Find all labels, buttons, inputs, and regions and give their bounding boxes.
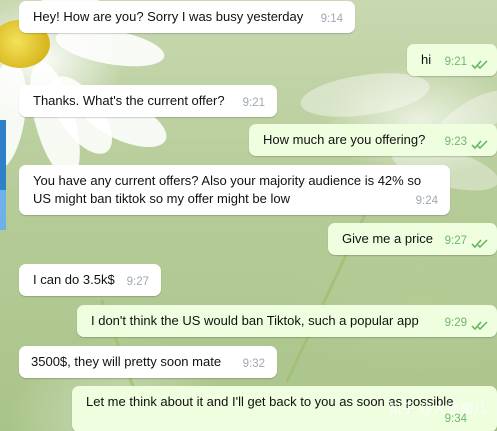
message-text: Hey! How are you? Sorry I was busy yeste… xyxy=(33,9,304,24)
message-time: 9:32 xyxy=(242,358,265,370)
double-check-icon xyxy=(471,321,488,331)
message-outgoing[interactable]: hi 9:21 xyxy=(407,44,497,76)
message-incoming[interactable]: 3500$, they will pretty soon mate 9:32 xyxy=(19,346,277,378)
double-check-icon xyxy=(471,60,488,70)
message-incoming[interactable]: Thanks. What's the current offer? 9:21 xyxy=(19,85,277,117)
message-text: I can do 3.5k$ xyxy=(33,272,115,287)
message-time: 9:21 xyxy=(242,97,265,109)
double-check-icon xyxy=(471,140,488,150)
message-time: 9:21 xyxy=(444,56,467,68)
message-text: 3500$, they will pretty soon mate xyxy=(31,354,222,369)
message-time: 9:29 xyxy=(444,317,467,329)
message-time: 9:24 xyxy=(415,195,438,207)
message-text: Give me a price xyxy=(342,231,434,246)
message-text: hi xyxy=(421,52,432,67)
watermark: 知乎 @大硕福儿 xyxy=(388,401,487,416)
message-text: Thanks. What's the current offer? xyxy=(33,93,225,108)
message-incoming[interactable]: I can do 3.5k$ 9:27 xyxy=(19,264,161,296)
window-edge xyxy=(0,190,6,230)
message-incoming[interactable]: You have any current offers? Also your m… xyxy=(19,165,450,215)
message-outgoing[interactable]: How much are you offering? 9:23 xyxy=(249,124,497,156)
message-text: You have any current offers? Also your m… xyxy=(33,173,422,206)
window-edge xyxy=(0,120,6,190)
message-time: 9:23 xyxy=(444,136,467,148)
message-outgoing[interactable]: Give me a price 9:27 xyxy=(328,223,497,255)
message-time: 9:14 xyxy=(320,13,343,25)
message-time: 9:27 xyxy=(444,235,467,247)
message-text: I don't think the US would ban Tiktok, s… xyxy=(91,313,419,328)
message-time: 9:27 xyxy=(126,276,149,288)
message-incoming[interactable]: Hey! How are you? Sorry I was busy yeste… xyxy=(19,1,355,33)
message-text: How much are you offering? xyxy=(263,132,426,147)
message-outgoing[interactable]: I don't think the US would ban Tiktok, s… xyxy=(77,305,497,337)
double-check-icon xyxy=(471,239,488,249)
